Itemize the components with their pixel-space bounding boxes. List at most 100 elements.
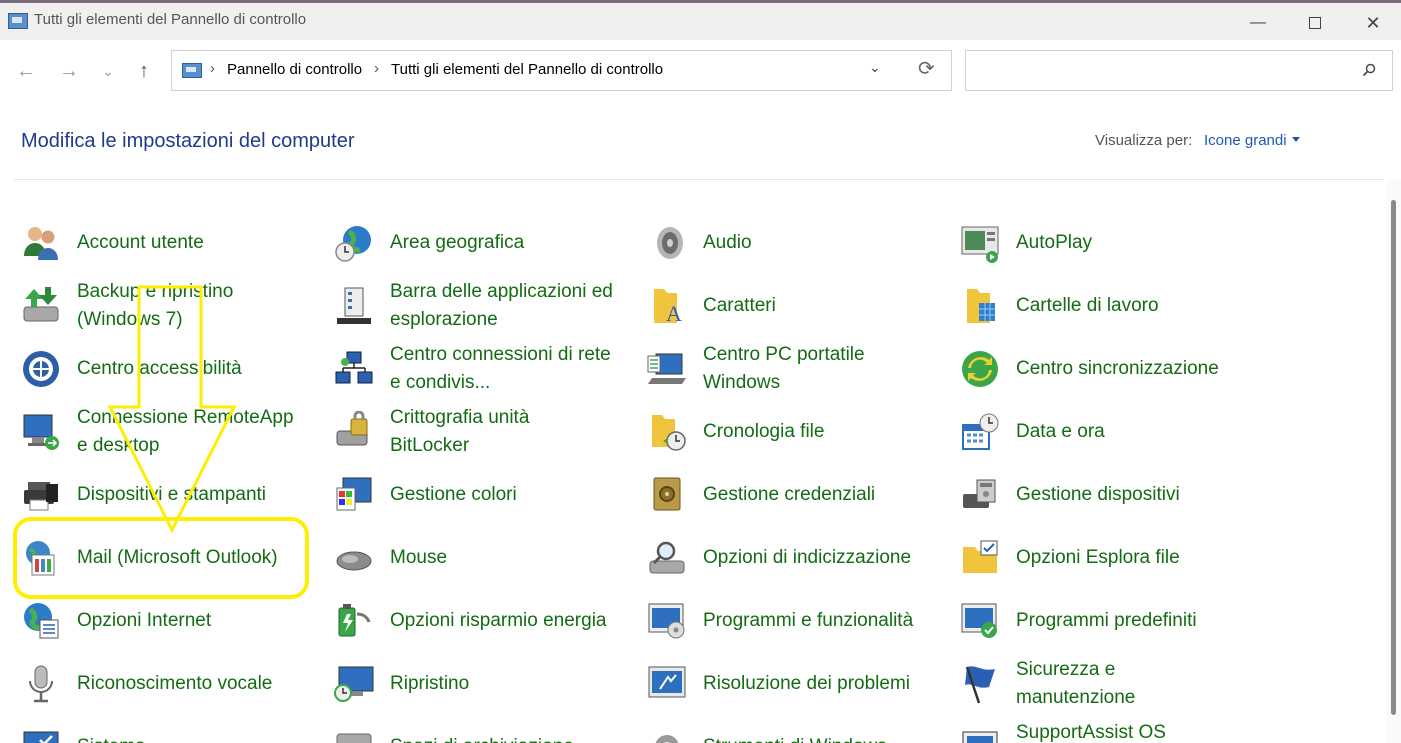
breadcrumb-all-items[interactable]: Tutti gli elementi del Pannello di contr…: [391, 61, 663, 78]
cp-item-label: Ripristino: [390, 673, 470, 694]
cp-item-label: Cronologia file: [703, 421, 825, 442]
cp-item-centro-connessioni[interactable]: Centro connessioni di rete e condivis...: [313, 339, 613, 399]
supportassist-icon: [962, 731, 998, 743]
printer-icon: [24, 482, 58, 511]
refresh-button[interactable]: ⟳: [918, 56, 935, 81]
cp-item-gestione-dispositivi[interactable]: Gestione dispositivi: [939, 465, 1239, 525]
cp-item-mail-outlook[interactable]: Mail (Microsoft Outlook): [0, 528, 300, 588]
cp-item-area-geografica[interactable]: Area geografica: [313, 213, 613, 273]
cp-item-label: Audio: [703, 232, 752, 253]
control-panel-items: Account utente Area geografica Audio Aut…: [0, 180, 1384, 743]
cp-item-backup-ripristino[interactable]: Backup e ripristino (Windows 7): [0, 276, 300, 336]
cp-item-cartelle-lavoro[interactable]: Cartelle di lavoro: [939, 276, 1239, 336]
minimize-button[interactable]: —: [1235, 9, 1281, 37]
cp-item-dispositivi-stampanti[interactable]: Dispositivi e stampanti: [0, 465, 300, 525]
cp-item-data-ora[interactable]: Data e ora: [939, 402, 1239, 462]
address-bar[interactable]: › Pannello di controllo › Tutti gli elem…: [171, 50, 952, 91]
autoplay-icon: [961, 226, 999, 263]
breadcrumb-control-panel[interactable]: Pannello di controllo: [227, 61, 362, 78]
cp-item-crittografia-bitlocker[interactable]: Crittografia unità BitLocker: [313, 402, 613, 462]
mobility-icon: [647, 353, 686, 384]
folder-options-icon: [963, 540, 998, 573]
cp-item-programmi-funzionalita[interactable]: Programmi e funzionalità: [626, 591, 926, 651]
taskbar-icon: [337, 287, 371, 324]
cp-item-caratteri[interactable]: A Caratteri: [626, 276, 926, 336]
cp-item-gestione-colori[interactable]: Gestione colori: [313, 465, 613, 525]
cp-item-gestione-credenziali[interactable]: Gestione credenziali: [626, 465, 926, 525]
recovery-icon: [334, 666, 374, 702]
search-input[interactable]: [974, 59, 1348, 83]
cp-item-centro-sincronizzazione[interactable]: Centro sincronizzazione: [939, 339, 1239, 399]
file-history-icon: [652, 415, 686, 451]
system-icon: [23, 731, 59, 743]
title-bar: Tutti gli elementi del Pannello di contr…: [0, 0, 1401, 40]
cp-item-risoluzione-problemi[interactable]: Risoluzione dei problemi: [626, 654, 926, 714]
cp-item-label: Area geografica: [390, 232, 525, 253]
cp-item-label: Opzioni di indicizzazione: [703, 547, 912, 568]
cp-item-autoplay[interactable]: AutoPlay: [939, 213, 1239, 273]
cp-item-label: AutoPlay: [1016, 232, 1093, 253]
cp-item-strumenti-windows[interactable]: Strumenti di Windows: [626, 717, 926, 743]
address-dropdown-button[interactable]: ⌄: [869, 59, 881, 76]
cp-item-connessione-remoteapp[interactable]: Connessione RemoteApp e desktop: [0, 402, 300, 462]
cp-item-label: Riconoscimento vocale: [77, 673, 273, 694]
cp-item-opzioni-indicizzazione[interactable]: Opzioni di indicizzazione: [626, 528, 926, 588]
recent-locations-button[interactable]: ⌄: [92, 55, 124, 87]
maximize-button[interactable]: [1292, 9, 1338, 37]
mouse-icon: [336, 551, 372, 571]
cp-item-label: Strumenti di Windows: [703, 733, 887, 743]
vertical-scrollbar[interactable]: [1386, 180, 1401, 743]
maximize-icon: [1309, 16, 1321, 29]
cp-item-label: Sicurezza e manutenzione: [1016, 659, 1136, 708]
cp-item-label: Programmi predefiniti: [1016, 610, 1197, 631]
cp-item-label: Mouse: [390, 547, 448, 568]
cp-item-opzioni-esplora-file[interactable]: Opzioni Esplora file: [939, 528, 1239, 588]
cp-item-account-utente[interactable]: Account utente: [0, 213, 300, 273]
back-button[interactable]: ←: [10, 55, 42, 87]
search-icon[interactable]: [1362, 63, 1376, 77]
cp-item-label: Opzioni Internet: [77, 610, 212, 631]
cp-item-mouse[interactable]: Mouse: [313, 528, 613, 588]
scrollbar-thumb[interactable]: [1391, 200, 1396, 715]
users-icon: [24, 227, 58, 260]
cp-item-label: Risoluzione dei problemi: [703, 673, 910, 694]
cp-item-programmi-predefiniti[interactable]: Programmi predefiniti: [939, 591, 1239, 651]
cp-item-label: Connessione RemoteApp e desktop: [77, 407, 294, 456]
cp-item-spazi-archiviazione[interactable]: Spazi di archiviazione: [313, 717, 613, 743]
cp-item-sistema[interactable]: Sistema: [0, 717, 300, 743]
view-by-dropdown[interactable]: Icone grandi: [1204, 132, 1287, 149]
svg-text:A: A: [666, 301, 682, 326]
microphone-icon: [29, 665, 53, 703]
cp-item-opzioni-risparmio-energia[interactable]: Opzioni risparmio energia: [313, 591, 613, 651]
cp-item-sicurezza-manutenzione[interactable]: Sicurezza e manutenzione: [939, 654, 1239, 714]
control-panel-icon: [8, 13, 28, 29]
cp-item-supportassist[interactable]: SupportAssist OS Recovery: [939, 717, 1239, 743]
breadcrumb-separator[interactable]: ›: [210, 60, 215, 77]
security-flag-icon: [965, 666, 995, 704]
search-box[interactable]: [965, 50, 1393, 91]
caret-down-icon[interactable]: [1292, 137, 1300, 142]
close-button[interactable]: ✕: [1350, 9, 1396, 37]
cp-item-label: Centro connessioni di rete e condivis...: [390, 344, 611, 393]
cp-item-cronologia-file[interactable]: Cronologia file: [626, 402, 926, 462]
control-panel-icon: [182, 63, 202, 78]
cp-item-centro-pc-portatile[interactable]: Centro PC portatile Windows: [626, 339, 926, 399]
cp-item-label: Programmi e funzionalità: [703, 610, 914, 631]
forward-button[interactable]: →: [53, 55, 85, 87]
default-programs-icon: [961, 603, 997, 638]
window-title: Tutti gli elementi del Pannello di contr…: [34, 11, 307, 28]
up-button[interactable]: ↑: [128, 55, 160, 87]
storage-spaces-icon: [336, 733, 372, 743]
cp-item-riconoscimento-vocale[interactable]: Riconoscimento vocale: [0, 654, 300, 714]
cp-item-barra-applicazioni[interactable]: Barra delle applicazioni ed esplorazione: [313, 276, 613, 336]
cp-item-audio[interactable]: Audio: [626, 213, 926, 273]
fonts-folder-icon: A: [654, 289, 682, 326]
globe-clock-icon: [335, 226, 371, 262]
breadcrumb-separator[interactable]: ›: [374, 60, 379, 77]
cp-item-label: Gestione colori: [390, 484, 517, 505]
cp-item-label: Opzioni risparmio energia: [390, 610, 607, 631]
cp-item-centro-accessibilita[interactable]: Centro accessibilità: [0, 339, 300, 399]
cp-item-ripristino[interactable]: Ripristino: [313, 654, 613, 714]
cp-item-opzioni-internet[interactable]: Opzioni Internet: [0, 591, 300, 651]
cp-item-label: SupportAssist OS Recovery: [1016, 722, 1166, 743]
